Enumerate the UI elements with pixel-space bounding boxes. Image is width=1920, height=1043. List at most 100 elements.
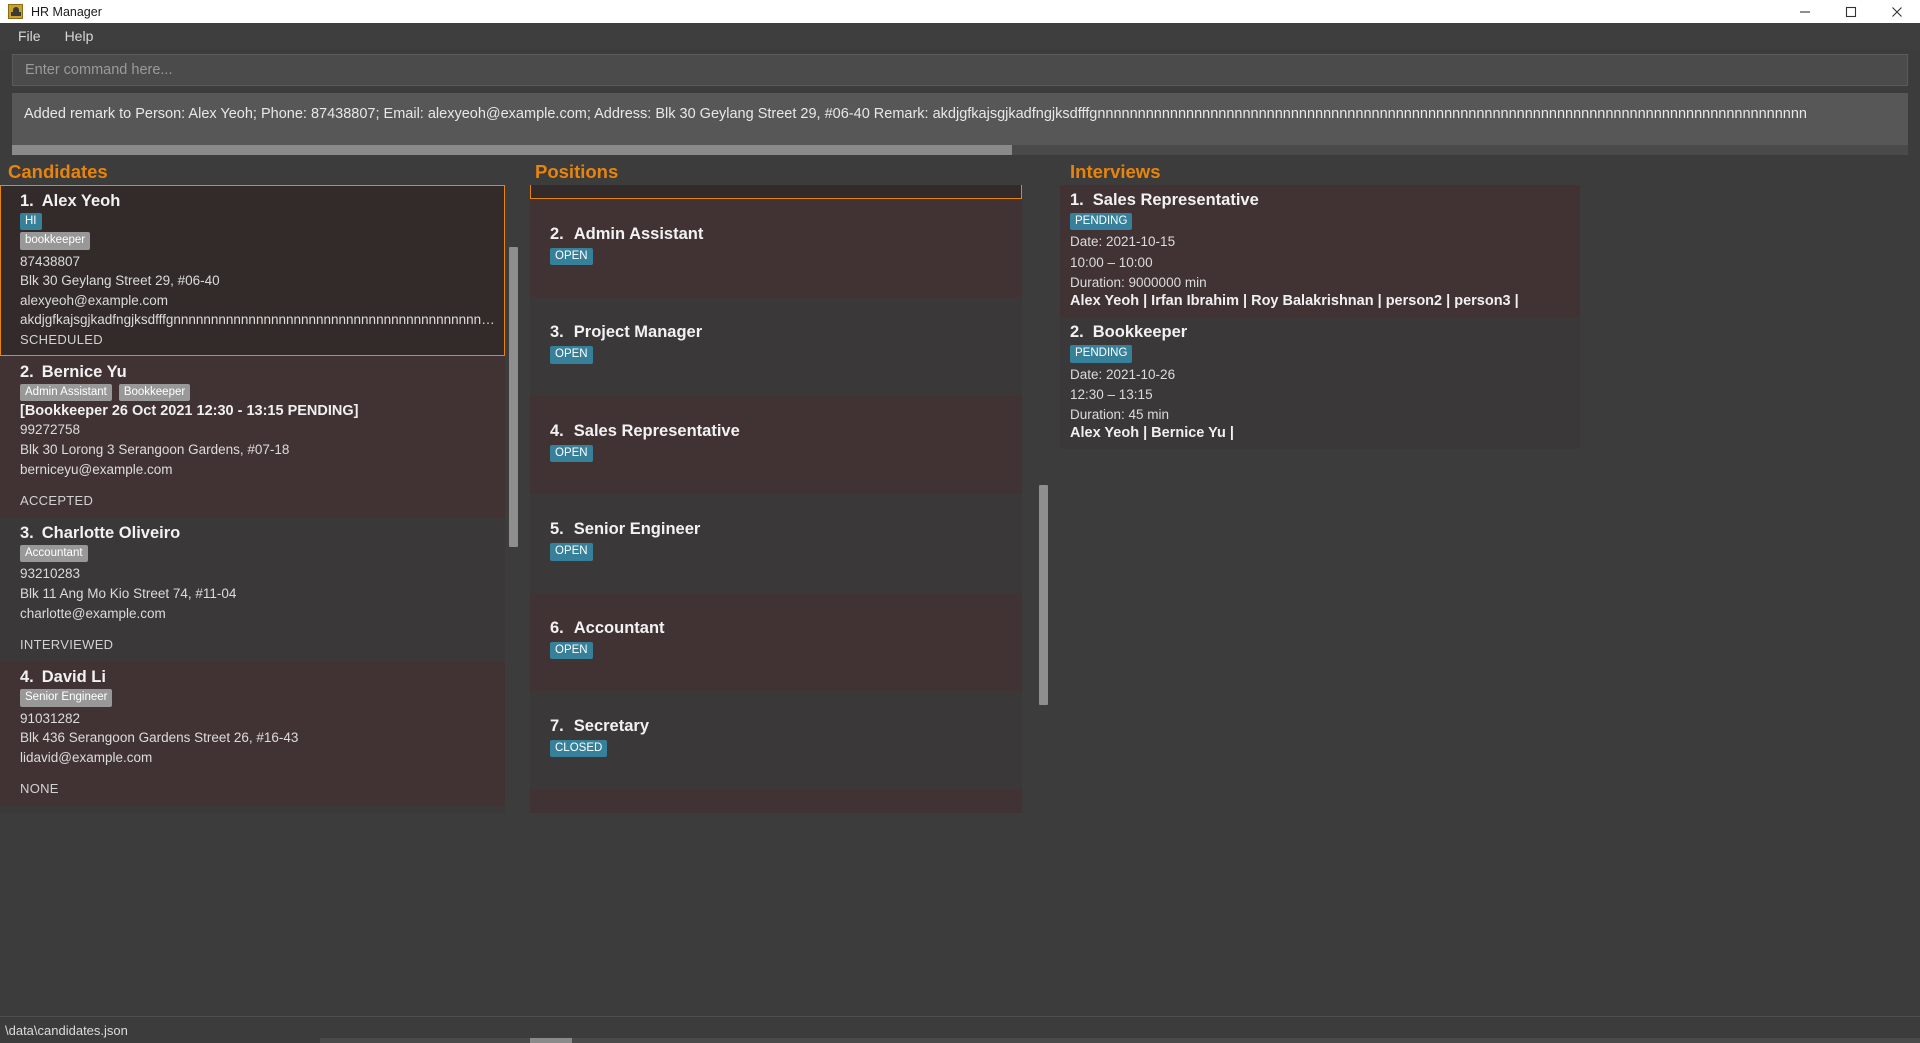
- position-name: Senior Engineer: [573, 520, 701, 539]
- candidate-status: NONE: [20, 781, 59, 797]
- interview-date: Date: 2021-10-15: [1070, 234, 1176, 250]
- candidate-email: charlotte@example.com: [20, 605, 166, 621]
- titlebar-left-group: HR Manager: [0, 4, 102, 19]
- candidate-status: ACCEPTED: [20, 493, 94, 509]
- candidate-card[interactable]: 1. Alex Yeoh HI bookkeeper 87438807 Blk …: [0, 185, 505, 356]
- position-status-badge: CLOSED: [550, 739, 608, 758]
- position-card[interactable]: 4. Sales Representative OPEN: [530, 395, 1022, 495]
- interview-header: 2. Bookkeeper: [1070, 323, 1570, 342]
- candidate-address: Blk 30 Lorong 3 Serangoon Gardens, #07-1…: [20, 441, 290, 457]
- position-index: 6.: [550, 618, 564, 637]
- position-card[interactable]: 5. Senior Engineer OPEN: [530, 494, 1022, 593]
- interviews-panel: Interviews 1. Sales Representative PENDI…: [1060, 161, 1580, 813]
- minimize-icon[interactable]: [1782, 0, 1828, 23]
- candidate-tag: HI: [20, 213, 42, 231]
- close-icon[interactable]: [1874, 0, 1920, 23]
- result-text: Added remark to Person: Alex Yeoh; Phone…: [24, 106, 1807, 122]
- position-card-selected-partial[interactable]: [530, 185, 1022, 199]
- position-index: 7.: [550, 716, 564, 735]
- candidate-address: Blk 436 Serangoon Gardens Street 26, #16…: [20, 730, 299, 746]
- interview-time: 10:00 – 10:00: [1070, 254, 1153, 270]
- candidate-phone: 99272758: [20, 422, 81, 438]
- position-header: 3. Project Manager: [550, 323, 1012, 342]
- position-card[interactable]: 8. Security Guard CLOSED: [530, 789, 1022, 813]
- candidate-status: SCHEDULED: [20, 332, 103, 347]
- interview-card[interactable]: 2. Bookkeeper PENDING Date: 2021-10-26 1…: [1060, 317, 1580, 450]
- window-hscrollbar-thumb[interactable]: [530, 1038, 572, 1043]
- interview-participants: Alex Yeoh | Irfan Ibrahim | Roy Balakris…: [1070, 293, 1519, 310]
- position-name: Secretary: [573, 716, 649, 735]
- interview-status-badge: PENDING: [1070, 345, 1133, 363]
- position-card[interactable]: 7. Secretary CLOSED: [530, 690, 1022, 790]
- candidate-interview: [Bookkeeper 26 Oct 2021 12:30 - 13:15 PE…: [20, 403, 359, 420]
- status-bar-file-path: \data\candidates.json: [5, 1022, 128, 1038]
- candidate-tag: Senior Engineer: [20, 689, 113, 707]
- position-card[interactable]: 3. Project Manager OPEN: [530, 297, 1022, 396]
- position-header: 2. Admin Assistant: [550, 225, 1012, 244]
- candidate-tag: bookkeeper: [20, 232, 91, 250]
- candidate-card[interactable]: 4. David Li Senior Engineer 91031282 Blk…: [0, 661, 505, 806]
- candidate-card[interactable]: 2. Bernice Yu Admin Assistant Bookkeeper…: [0, 356, 505, 518]
- candidate-index: 4.: [20, 668, 34, 687]
- candidate-email: berniceyu@example.com: [20, 461, 173, 477]
- positions-vscrollbar-thumb[interactable]: [1039, 485, 1048, 705]
- positions-panel-title: Positions: [535, 161, 619, 182]
- candidates-vscrollbar[interactable]: [506, 185, 520, 813]
- position-header: 4. Sales Representative: [550, 422, 1012, 441]
- menu-item-file[interactable]: File: [8, 25, 51, 47]
- command-input[interactable]: Enter command here...: [12, 54, 1908, 86]
- position-status-badge: OPEN: [550, 444, 593, 463]
- candidate-email: lidavid@example.com: [20, 749, 153, 765]
- candidate-header: 3. Charlotte Oliveiro: [20, 524, 495, 543]
- candidate-index: 3.: [20, 524, 34, 543]
- candidate-tags: bookkeeper: [20, 232, 495, 250]
- candidates-list[interactable]: 1. Alex Yeoh HI bookkeeper 87438807 Blk …: [0, 185, 520, 813]
- interview-header: 1. Sales Representative: [1070, 191, 1570, 210]
- positions-list-inner: 2. Admin Assistant OPEN 3. Project Manag…: [530, 185, 1022, 813]
- candidate-status: INTERVIEWED: [20, 637, 114, 653]
- candidate-tags: HI: [20, 213, 495, 231]
- candidate-name: David Li: [41, 668, 106, 687]
- position-card[interactable]: 6. Accountant OPEN: [530, 592, 1022, 691]
- result-hscrollbar[interactable]: [12, 145, 1908, 155]
- window-hscrollbar[interactable]: [320, 1038, 1920, 1043]
- result-hscrollbar-thumb[interactable]: [12, 145, 1012, 155]
- position-index: 5.: [550, 520, 564, 539]
- candidates-panel: Candidates 1. Alex Yeoh HI bookkeeper 87…: [0, 161, 520, 813]
- position-card[interactable]: 2. Admin Assistant OPEN: [530, 199, 1022, 298]
- candidate-address: Blk 30 Geylang Street 29, #06-40: [20, 273, 220, 289]
- menubar: File Help: [0, 23, 1920, 49]
- result-display: Added remark to Person: Alex Yeoh; Phone…: [12, 93, 1908, 155]
- position-name: Admin Assistant: [573, 225, 704, 243]
- candidate-card[interactable]: 3. Charlotte Oliveiro Accountant 9321028…: [0, 517, 505, 662]
- menu-item-help[interactable]: Help: [55, 25, 104, 47]
- position-header: 5. Senior Engineer: [550, 520, 1012, 539]
- command-box-wrapper: Enter command here...: [0, 49, 1920, 86]
- candidate-index: 1.: [20, 192, 34, 210]
- candidate-phone: 93210283: [20, 566, 81, 582]
- maximize-icon[interactable]: [1828, 0, 1874, 23]
- interview-position: Sales Representative: [1092, 191, 1259, 209]
- interview-card[interactable]: 1. Sales Representative PENDING Date: 20…: [1060, 185, 1580, 318]
- position-name: Sales Representative: [573, 421, 740, 440]
- interview-duration: Duration: 9000000 min: [1070, 274, 1207, 290]
- interview-time: 12:30 – 13:15: [1070, 386, 1153, 402]
- candidate-card[interactable]: 5. Irfan Ibrahim Project Manager Sales R…: [0, 805, 505, 813]
- position-status-badge: OPEN: [550, 641, 593, 659]
- candidate-header: 2. Bernice Yu: [20, 363, 495, 382]
- candidate-tag: Admin Assistant: [20, 384, 112, 402]
- positions-vscrollbar[interactable]: [1036, 185, 1050, 813]
- positions-panel: Positions 2. Admin Assistant OPEN 3. Pro…: [530, 161, 1050, 813]
- interviews-list[interactable]: 1. Sales Representative PENDING Date: 20…: [1060, 185, 1580, 813]
- candidate-name: Alex Yeoh: [41, 192, 121, 210]
- window-controls: [1782, 0, 1920, 23]
- candidate-phone: 91031282: [20, 710, 81, 726]
- app-icon: [8, 4, 23, 19]
- interviews-list-inner: 1. Sales Representative PENDING Date: 20…: [1060, 185, 1580, 450]
- positions-list[interactable]: 2. Admin Assistant OPEN 3. Project Manag…: [530, 185, 1050, 813]
- candidates-vscrollbar-thumb[interactable]: [509, 247, 518, 547]
- position-index: 4.: [550, 421, 564, 440]
- position-header: 7. Secretary: [550, 717, 1012, 736]
- window-title: HR Manager: [31, 4, 102, 19]
- position-status-badge: OPEN: [550, 346, 593, 364]
